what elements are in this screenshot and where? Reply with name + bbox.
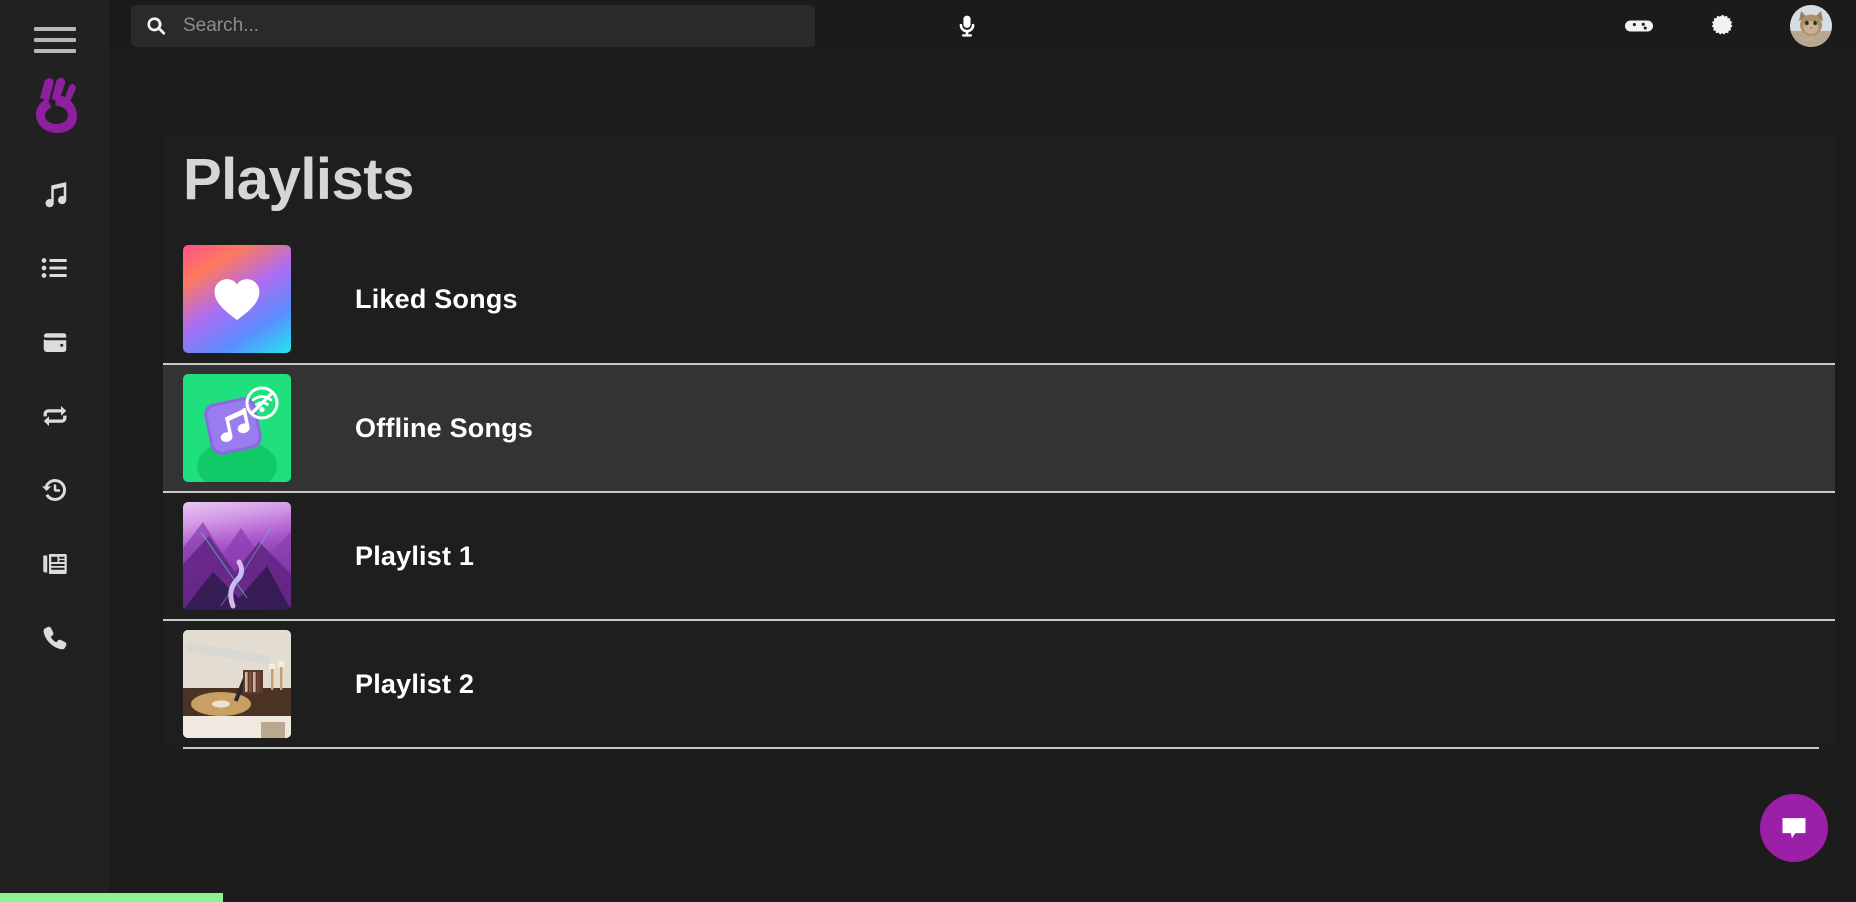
playlist-artwork-playlist-1 [183, 502, 291, 610]
newspaper-icon [42, 554, 67, 574]
settings-button[interactable] [1706, 9, 1740, 43]
playlist-row-playlist-2[interactable]: Playlist 2 [163, 619, 1835, 747]
chat-bubble-icon [1782, 818, 1806, 839]
sidebar-nav [28, 167, 82, 665]
repeat-icon [43, 406, 66, 426]
hamburger-line [33, 27, 76, 31]
sidebar-item-history[interactable] [28, 463, 82, 517]
playlist-row-offline-songs[interactable]: Offline Songs [163, 363, 1835, 491]
games-button[interactable] [1622, 9, 1656, 43]
user-avatar[interactable] [1790, 5, 1832, 47]
playlist-artwork-playlist-2 [183, 630, 291, 738]
playlist-title: Playlist 2 [355, 668, 475, 699]
page-load-progress [0, 893, 1856, 902]
sidebar [0, 0, 109, 902]
ok-hand-logo[interactable] [27, 75, 83, 133]
microphone-button[interactable] [947, 6, 987, 46]
app-root: Playlists Liked Songs [0, 0, 1856, 902]
microphone-icon [959, 15, 975, 37]
top-header [109, 0, 1856, 52]
chat-button[interactable] [1760, 794, 1828, 862]
sidebar-item-news[interactable] [28, 537, 82, 591]
sidebar-item-playlists[interactable] [28, 241, 82, 295]
search-icon [145, 15, 167, 37]
page-load-progress-fill [0, 893, 223, 902]
sidebar-item-music[interactable] [28, 167, 82, 221]
history-icon [41, 479, 66, 501]
menu-toggle-button[interactable] [33, 27, 76, 53]
hamburger-line [33, 49, 76, 53]
playlist-title: Playlist 1 [355, 540, 475, 571]
music-note-icon [45, 182, 66, 208]
playlist-title: Liked Songs [355, 283, 518, 314]
sidebar-item-calls[interactable] [28, 611, 82, 665]
playlist-artwork-liked-songs [183, 245, 291, 353]
gamepad-icon [1625, 20, 1653, 32]
page-title: Playlists [183, 147, 414, 212]
playlist-title: Offline Songs [355, 412, 534, 443]
header-actions [1622, 0, 1832, 52]
playlist-list: Liked Songs Offline Songs Playlist 1 Pla… [163, 235, 1835, 749]
heart-icon [209, 271, 265, 327]
search-box[interactable] [131, 5, 815, 47]
playlist-artwork-offline-songs [183, 374, 291, 482]
wallet-icon [43, 333, 66, 352]
playlist-row-liked-songs[interactable]: Liked Songs [163, 235, 1835, 363]
sidebar-item-wallet[interactable] [28, 315, 82, 369]
search-input[interactable] [183, 15, 801, 37]
sidebar-item-repeat[interactable] [28, 389, 82, 443]
list-icon [41, 258, 67, 278]
hamburger-line [33, 38, 76, 42]
playlists-panel: Playlists Liked Songs Offline Songs Play… [163, 130, 1835, 749]
phone-icon [43, 626, 66, 650]
playlist-row-playlist-1[interactable]: Playlist 1 [163, 491, 1835, 619]
gear-icon [1711, 14, 1733, 35]
main-content: Playlists Liked Songs Offline Songs Play… [109, 52, 1856, 902]
list-bottom-divider [183, 747, 1819, 749]
